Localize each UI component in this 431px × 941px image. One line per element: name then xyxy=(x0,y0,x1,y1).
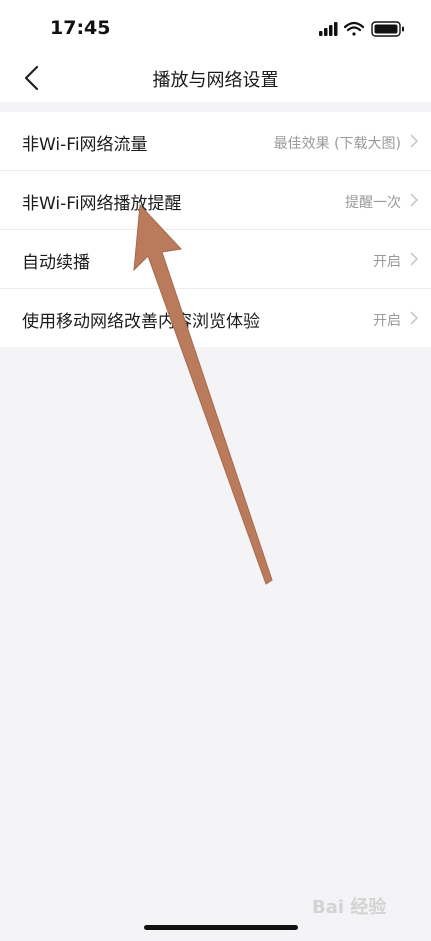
wifi-icon xyxy=(343,21,365,36)
settings-list: 非Wi-Fi网络流量 最佳效果 (下载大图) 非Wi-Fi网络播放提醒 提醒一次… xyxy=(0,112,431,347)
setting-value: 最佳效果 (下载大图) xyxy=(273,136,401,152)
baidu-watermark: Bai 经验 xyxy=(312,897,387,918)
setting-label: 自动续播 xyxy=(22,253,90,273)
setting-row-non-wifi-traffic[interactable]: 非Wi-Fi网络流量 最佳效果 (下载大图) xyxy=(0,112,431,171)
setting-label: 非Wi-Fi网络流量 xyxy=(22,135,148,155)
setting-label: 非Wi-Fi网络播放提醒 xyxy=(22,194,182,214)
setting-value: 开启 xyxy=(373,254,401,270)
signal-icon xyxy=(319,22,338,36)
status-bar: 17:45 xyxy=(0,0,431,54)
page-title: 播放与网络设置 xyxy=(152,70,279,91)
navigation-bar: 播放与网络设置 xyxy=(0,54,431,102)
home-indicator[interactable] xyxy=(144,925,298,930)
chevron-right-icon xyxy=(410,311,419,325)
setting-label: 使用移动网络改善内容浏览体验 xyxy=(22,312,260,332)
setting-row-non-wifi-play-reminder[interactable]: 非Wi-Fi网络播放提醒 提醒一次 xyxy=(0,171,431,230)
chevron-right-icon xyxy=(410,252,419,266)
setting-row-mobile-network-improve[interactable]: 使用移动网络改善内容浏览体验 开启 xyxy=(0,289,431,347)
status-icons xyxy=(319,21,404,37)
status-time: 17:45 xyxy=(50,17,111,39)
setting-row-autoplay[interactable]: 自动续播 开启 xyxy=(0,230,431,289)
chevron-right-icon xyxy=(410,193,419,207)
chevron-right-icon xyxy=(410,134,419,148)
setting-value: 提醒一次 xyxy=(345,195,401,211)
battery-icon xyxy=(371,21,404,37)
setting-value: 开启 xyxy=(373,313,401,329)
